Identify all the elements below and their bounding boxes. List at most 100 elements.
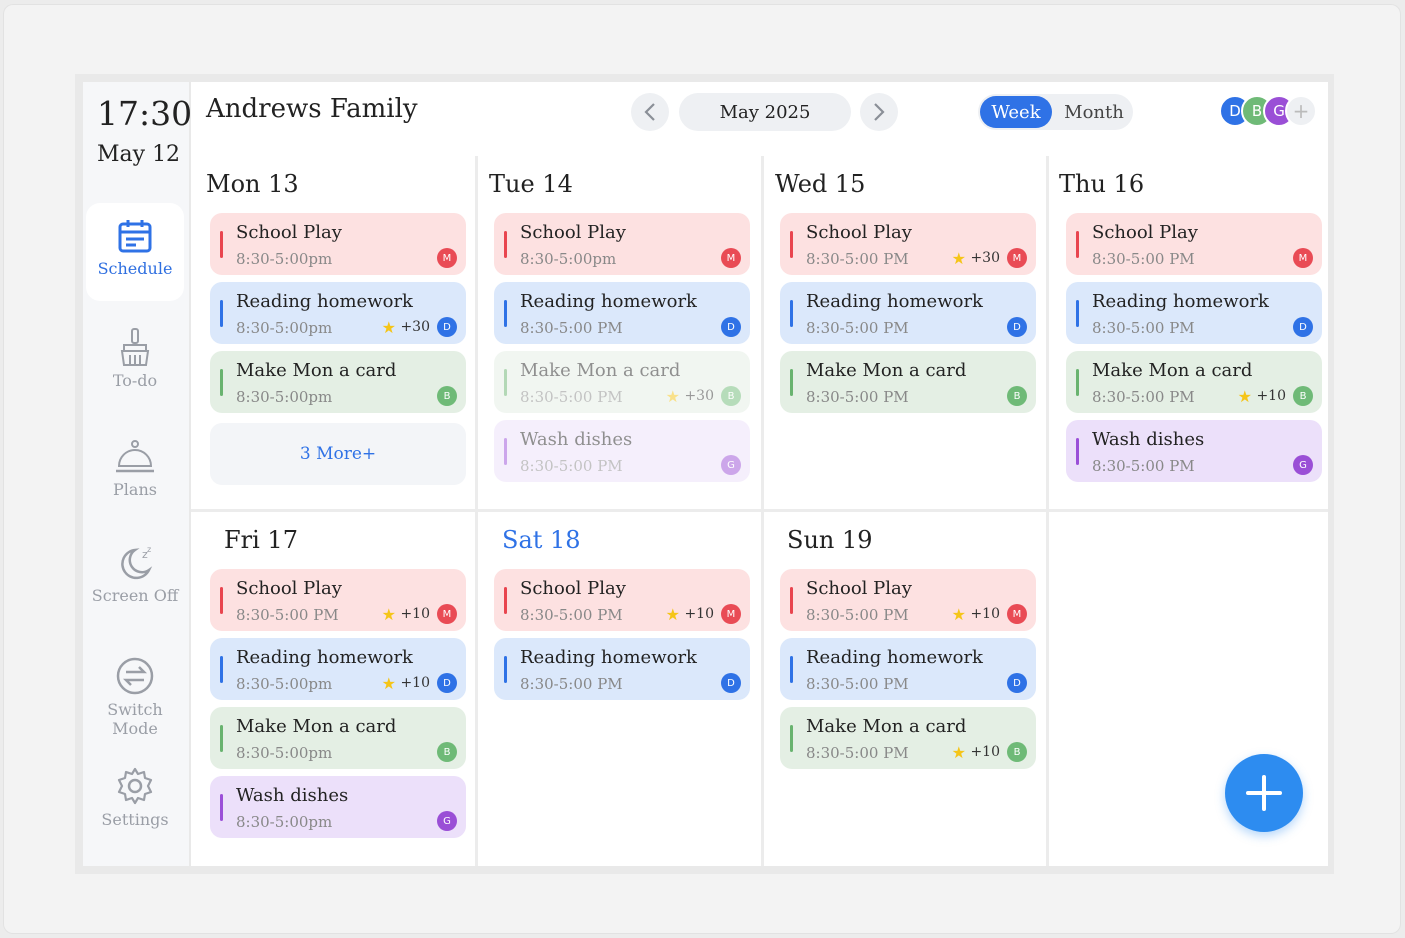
event-card[interactable]: Make Mon a card 8:30-5:00 PM ★ +30 B (494, 351, 750, 413)
event-time: 8:30-5:00 PM (1092, 250, 1195, 268)
event-title: School Play (520, 578, 626, 599)
event-title: Reading homework (520, 647, 697, 668)
gear-icon (117, 767, 153, 805)
prev-month-button[interactable] (631, 93, 669, 131)
member-badge: B (1293, 386, 1313, 406)
event-card[interactable]: School Play 8:30-5:00 PM M (1066, 213, 1322, 275)
main-area: Andrews Family May 2025 Week Month D B G… (191, 82, 1328, 866)
event-card[interactable]: Reading homework 8:30-5:00 PM D (494, 638, 750, 700)
sidebar-item-switch-mode[interactable]: Switch Mode (86, 656, 184, 738)
event-card[interactable]: Make Mon a card 8:30-5:00 PM ★ +10 B (780, 707, 1036, 769)
event-card[interactable]: Reading homework 8:30-5:00 PM D (1066, 282, 1322, 344)
chevron-left-icon (644, 103, 655, 121)
event-time: 8:30-5:00 PM (236, 606, 339, 624)
member-badge: G (1293, 455, 1313, 475)
member-badge: D (1007, 317, 1027, 337)
event-card[interactable]: Reading homework 8:30-5:00pm ★ +10 D (210, 638, 466, 700)
sidebar-item-settings[interactable]: Settings (86, 766, 184, 829)
member-badge: G (437, 811, 457, 831)
event-time: 8:30-5:00 PM (520, 675, 623, 693)
event-time: 8:30-5:00pm (236, 388, 333, 406)
event-card[interactable]: School Play 8:30-5:00pm M (210, 213, 466, 275)
event-points: +30 (970, 250, 1000, 266)
header: Andrews Family May 2025 Week Month D B G… (191, 82, 1328, 159)
month-view-button[interactable]: Month (1058, 96, 1130, 128)
event-title: Make Mon a card (806, 716, 967, 737)
chevron-right-icon (874, 103, 885, 121)
member-badge: M (721, 604, 741, 624)
sidebar-item-screen-off[interactable]: z z Screen Off (86, 544, 184, 605)
sidebar-item-schedule[interactable]: Schedule (86, 203, 184, 301)
event-points: +10 (970, 744, 1000, 760)
sidebar: 17:30 May 12 Schedule To-do Plans z z Sc… (83, 82, 193, 866)
sidebar-item-plans[interactable]: Plans (86, 438, 184, 499)
member-badge: M (437, 604, 457, 624)
event-time: 8:30-5:00 PM (520, 606, 623, 624)
event-title: Reading homework (1092, 291, 1269, 312)
event-time: 8:30-5:00 PM (520, 457, 623, 475)
star-icon: ★ (1237, 387, 1252, 406)
event-title: Make Mon a card (236, 716, 397, 737)
event-time: 8:30-5:00 PM (520, 319, 623, 337)
event-title: Make Mon a card (806, 360, 967, 381)
star-icon: ★ (381, 674, 396, 693)
event-card[interactable]: Wash dishes 8:30-5:00 PM G (1066, 420, 1322, 482)
event-title: Reading homework (236, 291, 413, 312)
member-badge: M (721, 248, 741, 268)
add-event-button[interactable] (1225, 754, 1303, 832)
event-card[interactable]: Reading homework 8:30-5:00 PM D (780, 282, 1036, 344)
event-title: Wash dishes (1092, 429, 1205, 450)
member-badge: D (721, 317, 741, 337)
event-title: School Play (1092, 222, 1198, 243)
event-card[interactable]: Reading homework 8:30-5:00pm ★ +30 D (210, 282, 466, 344)
event-points: +10 (400, 606, 430, 622)
event-card[interactable]: Make Mon a card 8:30-5:00 PM ★ +10 B (1066, 351, 1322, 413)
star-icon: ★ (951, 605, 966, 624)
member-badge: B (437, 742, 457, 762)
event-time: 8:30-5:00pm (236, 250, 333, 268)
event-points: +30 (400, 319, 430, 335)
event-card[interactable]: Wash dishes 8:30-5:00pm G (210, 776, 466, 838)
sidebar-item-todo[interactable]: To-do (86, 327, 184, 390)
moon-icon: z z (121, 545, 153, 580)
event-card[interactable]: School Play 8:30-5:00 PM ★ +30 M (780, 213, 1036, 275)
plus-icon (1246, 775, 1282, 811)
day-title: Thu 16 (1059, 170, 1145, 198)
event-title: Reading homework (806, 291, 983, 312)
screen: 17:30 May 12 Schedule To-do Plans z z Sc… (75, 74, 1334, 874)
event-title: School Play (236, 578, 342, 599)
add-member-button[interactable]: + (1285, 95, 1317, 127)
event-card[interactable]: Reading homework 8:30-5:00 PM D (780, 638, 1036, 700)
event-card[interactable]: Make Mon a card 8:30-5:00pm B (210, 707, 466, 769)
sidebar-item-label: Settings (101, 810, 169, 829)
member-badge: M (1007, 248, 1027, 268)
event-card[interactable]: Reading homework 8:30-5:00 PM D (494, 282, 750, 344)
event-card[interactable]: Make Mon a card 8:30-5:00pm B (210, 351, 466, 413)
event-title: School Play (236, 222, 342, 243)
member-badge: D (437, 317, 457, 337)
event-card[interactable]: School Play 8:30-5:00 PM ★ +10 M (780, 569, 1036, 631)
family-title: Andrews Family (206, 94, 418, 124)
sidebar-item-label: Screen Off (91, 586, 179, 605)
next-month-button[interactable] (860, 93, 898, 131)
event-time: 8:30-5:00 PM (520, 388, 623, 406)
member-badge: B (1007, 742, 1027, 762)
day-column-tue: Tue 14 School Play 8:30-5:00pm M Reading… (478, 156, 764, 512)
event-title: Make Mon a card (520, 360, 681, 381)
event-card[interactable]: School Play 8:30-5:00pm M (494, 213, 750, 275)
sidebar-item-label: Schedule (97, 259, 173, 278)
day-title: Tue 14 (489, 170, 573, 198)
star-icon: ★ (951, 249, 966, 268)
event-card[interactable]: School Play 8:30-5:00 PM ★ +10 M (210, 569, 466, 631)
member-badge: G (721, 455, 741, 475)
event-card[interactable]: School Play 8:30-5:00 PM ★ +10 M (494, 569, 750, 631)
event-card[interactable]: Make Mon a card 8:30-5:00 PM B (780, 351, 1036, 413)
event-card[interactable]: Wash dishes 8:30-5:00 PM G (494, 420, 750, 482)
member-badge: D (1007, 673, 1027, 693)
clock-time: 17:30 (97, 94, 193, 133)
month-selector[interactable]: May 2025 (679, 93, 851, 131)
week-view-button[interactable]: Week (980, 96, 1052, 128)
day-title: Wed 15 (775, 170, 866, 198)
more-events-button[interactable]: 3 More+ (210, 423, 466, 485)
star-icon: ★ (665, 605, 680, 624)
